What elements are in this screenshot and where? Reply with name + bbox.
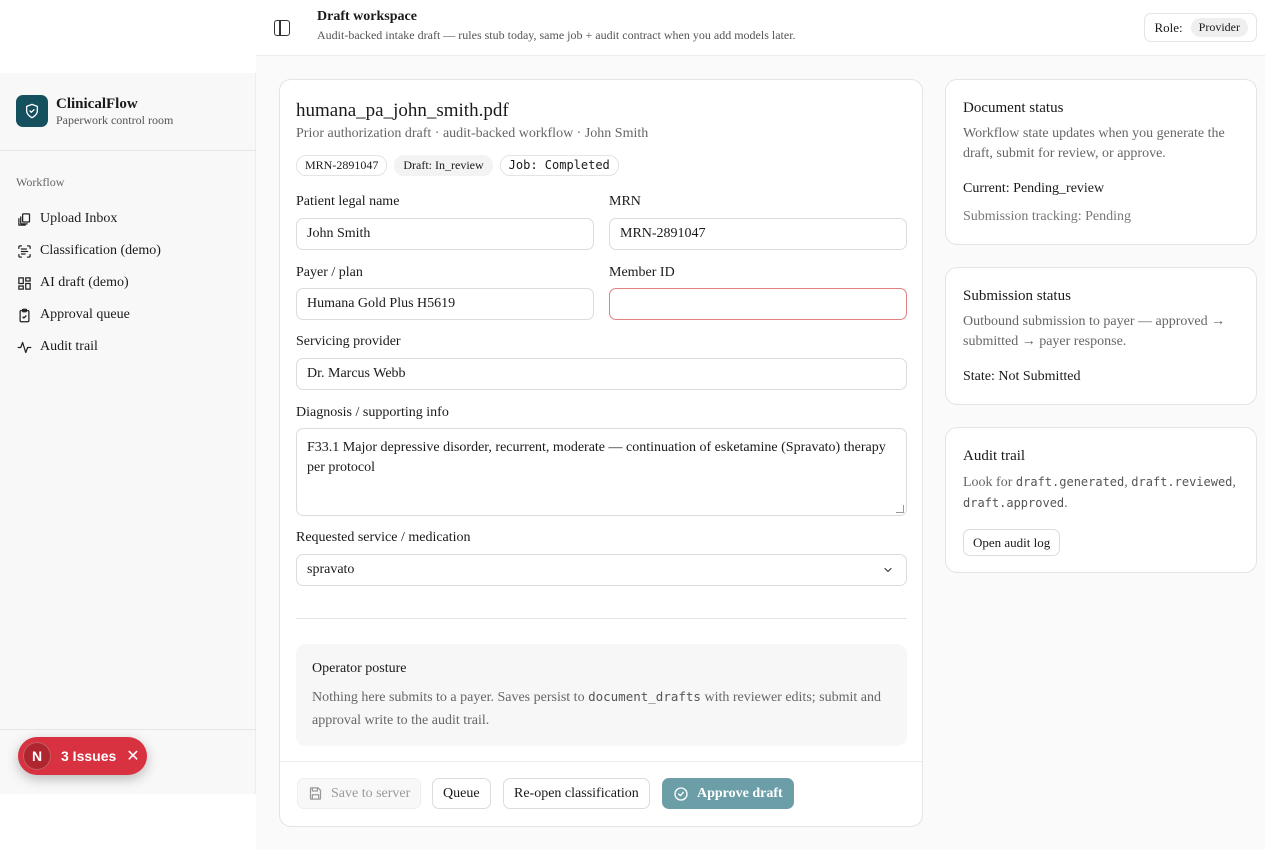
brand[interactable]: ClinicalFlow Paperwork control room — [16, 95, 173, 127]
posture-text-1: Nothing here submits to a payer. Saves p… — [312, 690, 589, 705]
submission-status-card: Submission status Outbound submission to… — [945, 267, 1257, 405]
role-indicator[interactable]: Role: Provider — [1143, 13, 1257, 42]
sidebar-item-approval-queue[interactable]: Approval queue — [16, 299, 161, 331]
file-stack-icon — [16, 211, 32, 227]
actions-divider — [280, 761, 922, 762]
audit-look-for: Look for — [963, 475, 1016, 490]
mrn-input[interactable]: MRN-2891047 — [609, 218, 907, 250]
sidebar-item-ai-draft[interactable]: AI draft (demo) — [16, 267, 161, 299]
role-pill: Provider — [1190, 18, 1248, 37]
issues-count: 3 Issues — [61, 748, 117, 764]
audit-sep-2: , — [1232, 475, 1236, 490]
patient-name-input[interactable]: John Smith — [296, 218, 594, 250]
document-status-title: Document status — [963, 100, 1064, 116]
audit-event-approved: draft.approved — [963, 496, 1065, 510]
scan-text-icon — [16, 243, 32, 259]
open-audit-log-button[interactable]: Open audit log — [963, 529, 1061, 556]
issues-avatar: N — [23, 742, 51, 770]
save-icon — [309, 787, 322, 800]
sidebar-item-label: Approval queue — [40, 307, 130, 322]
diagnosis-label: Diagnosis / supporting info — [296, 405, 449, 420]
layout-grid-icon — [16, 275, 32, 291]
document-badges: MRN-2891047 Draft: In_review Job: Comple… — [296, 155, 619, 176]
sidebar-nav: Upload Inbox Classification (demo) AI dr… — [16, 203, 161, 363]
member-id-input[interactable] — [609, 288, 907, 320]
submission-state: State: Not Submitted — [963, 369, 1081, 384]
top-bar: Draft workspace Audit-backed intake draf… — [256, 0, 1265, 56]
posture-body: Nothing here submits to a payer. Saves p… — [312, 685, 892, 732]
document-filename: humana_pa_john_smith.pdf — [296, 100, 509, 121]
sidebar-footer-divider — [0, 729, 256, 730]
audit-trail-card: Audit trail Look for draft.generated, dr… — [945, 427, 1257, 573]
diagnosis-textarea[interactable]: F33.1 Major depressive disorder, recurre… — [296, 428, 907, 516]
reopen-classification-button[interactable]: Re-open classification — [503, 778, 650, 809]
queue-button[interactable]: Queue — [432, 778, 491, 809]
sidebar-toggle-icon[interactable] — [274, 20, 290, 36]
sidebar-item-upload-inbox[interactable]: Upload Inbox — [16, 203, 161, 235]
operator-posture-panel: Operator posture Nothing here submits to… — [296, 644, 907, 746]
patient-name-label: Patient legal name — [296, 194, 400, 209]
service-selected-value: spravato — [307, 562, 355, 577]
approve-button-label: Approve draft — [697, 785, 783, 801]
role-label: Role: — [1154, 19, 1183, 35]
document-status-card: Document status Workflow state updates w… — [945, 79, 1257, 245]
check-circle-icon — [674, 786, 688, 801]
clipboard-check-icon — [16, 307, 32, 323]
sidebar-item-label: AI draft (demo) — [40, 275, 129, 290]
member-id-label: Member ID — [609, 265, 675, 280]
audit-event-reviewed: draft.reviewed — [1131, 475, 1233, 489]
queue-button-label: Queue — [443, 785, 480, 801]
payer-label: Payer / plan — [296, 265, 363, 280]
activity-icon — [16, 339, 32, 355]
submission-tracking: Submission tracking: Pending — [963, 209, 1131, 224]
posture-code: document_drafts — [588, 689, 701, 704]
brand-name: ClinicalFlow — [56, 95, 138, 112]
resize-handle-icon[interactable] — [896, 505, 904, 513]
reopen-button-label: Re-open classification — [514, 785, 639, 801]
sidebar-item-label: Classification (demo) — [40, 243, 161, 258]
draft-card: humana_pa_john_smith.pdf Prior authoriza… — [279, 79, 923, 827]
chevron-down-icon — [884, 567, 892, 573]
document-subtitle: Prior authorization draft · audit-backed… — [296, 126, 649, 141]
sidebar-item-audit-trail[interactable]: Audit trail — [16, 331, 161, 363]
audit-card-title: Audit trail — [963, 448, 1026, 464]
sidebar-divider — [0, 150, 256, 151]
document-status-current: Current: Pending_review — [963, 181, 1105, 196]
draft-status-badge: Draft: In_review — [394, 155, 493, 176]
mrn-label: MRN — [609, 194, 641, 209]
shield-check-icon — [16, 95, 48, 127]
provider-input[interactable]: Dr. Marcus Webb — [296, 358, 907, 390]
mrn-badge: MRN-2891047 — [296, 155, 388, 176]
submission-status-title: Submission status — [963, 288, 1071, 304]
brand-subtitle: Paperwork control room — [56, 112, 174, 127]
sidebar-item-label: Upload Inbox — [40, 211, 118, 226]
job-status-badge: Job: Completed — [499, 155, 619, 176]
posture-title: Operator posture — [312, 661, 407, 676]
sidebar-item-label: Audit trail — [40, 339, 98, 354]
submission-status-body: Outbound submission to payer — approved … — [963, 314, 1226, 349]
page-title: Draft workspace — [317, 9, 417, 24]
nav-heading: Workflow — [16, 175, 65, 189]
save-to-server-button[interactable]: Save to server — [297, 778, 422, 809]
sidebar: ClinicalFlow Paperwork control room Work… — [0, 73, 256, 794]
audit-card-body: Look for draft.generated, draft.reviewed… — [963, 472, 1243, 514]
payer-input[interactable]: Humana Gold Plus H5619 — [296, 288, 594, 320]
audit-event-generated: draft.generated — [1015, 475, 1125, 489]
page-subtitle: Audit-backed intake draft — rules stub t… — [317, 28, 796, 42]
audit-end: . — [1064, 496, 1068, 511]
diagnosis-text: F33.1 Major depressive disorder, recurre… — [307, 440, 886, 475]
issues-badge[interactable]: N 3 Issues ✕ — [18, 737, 147, 775]
sidebar-item-classification[interactable]: Classification (demo) — [16, 235, 161, 267]
approve-draft-button[interactable]: Approve draft — [662, 778, 794, 809]
form-divider — [296, 618, 907, 619]
service-label: Requested service / medication — [296, 530, 471, 545]
close-icon[interactable]: ✕ — [126, 746, 139, 766]
document-status-body: Workflow state updates when you generate… — [963, 126, 1225, 161]
provider-label: Servicing provider — [296, 334, 401, 349]
service-select[interactable]: spravato — [296, 554, 907, 586]
save-button-label: Save to server — [331, 785, 411, 801]
